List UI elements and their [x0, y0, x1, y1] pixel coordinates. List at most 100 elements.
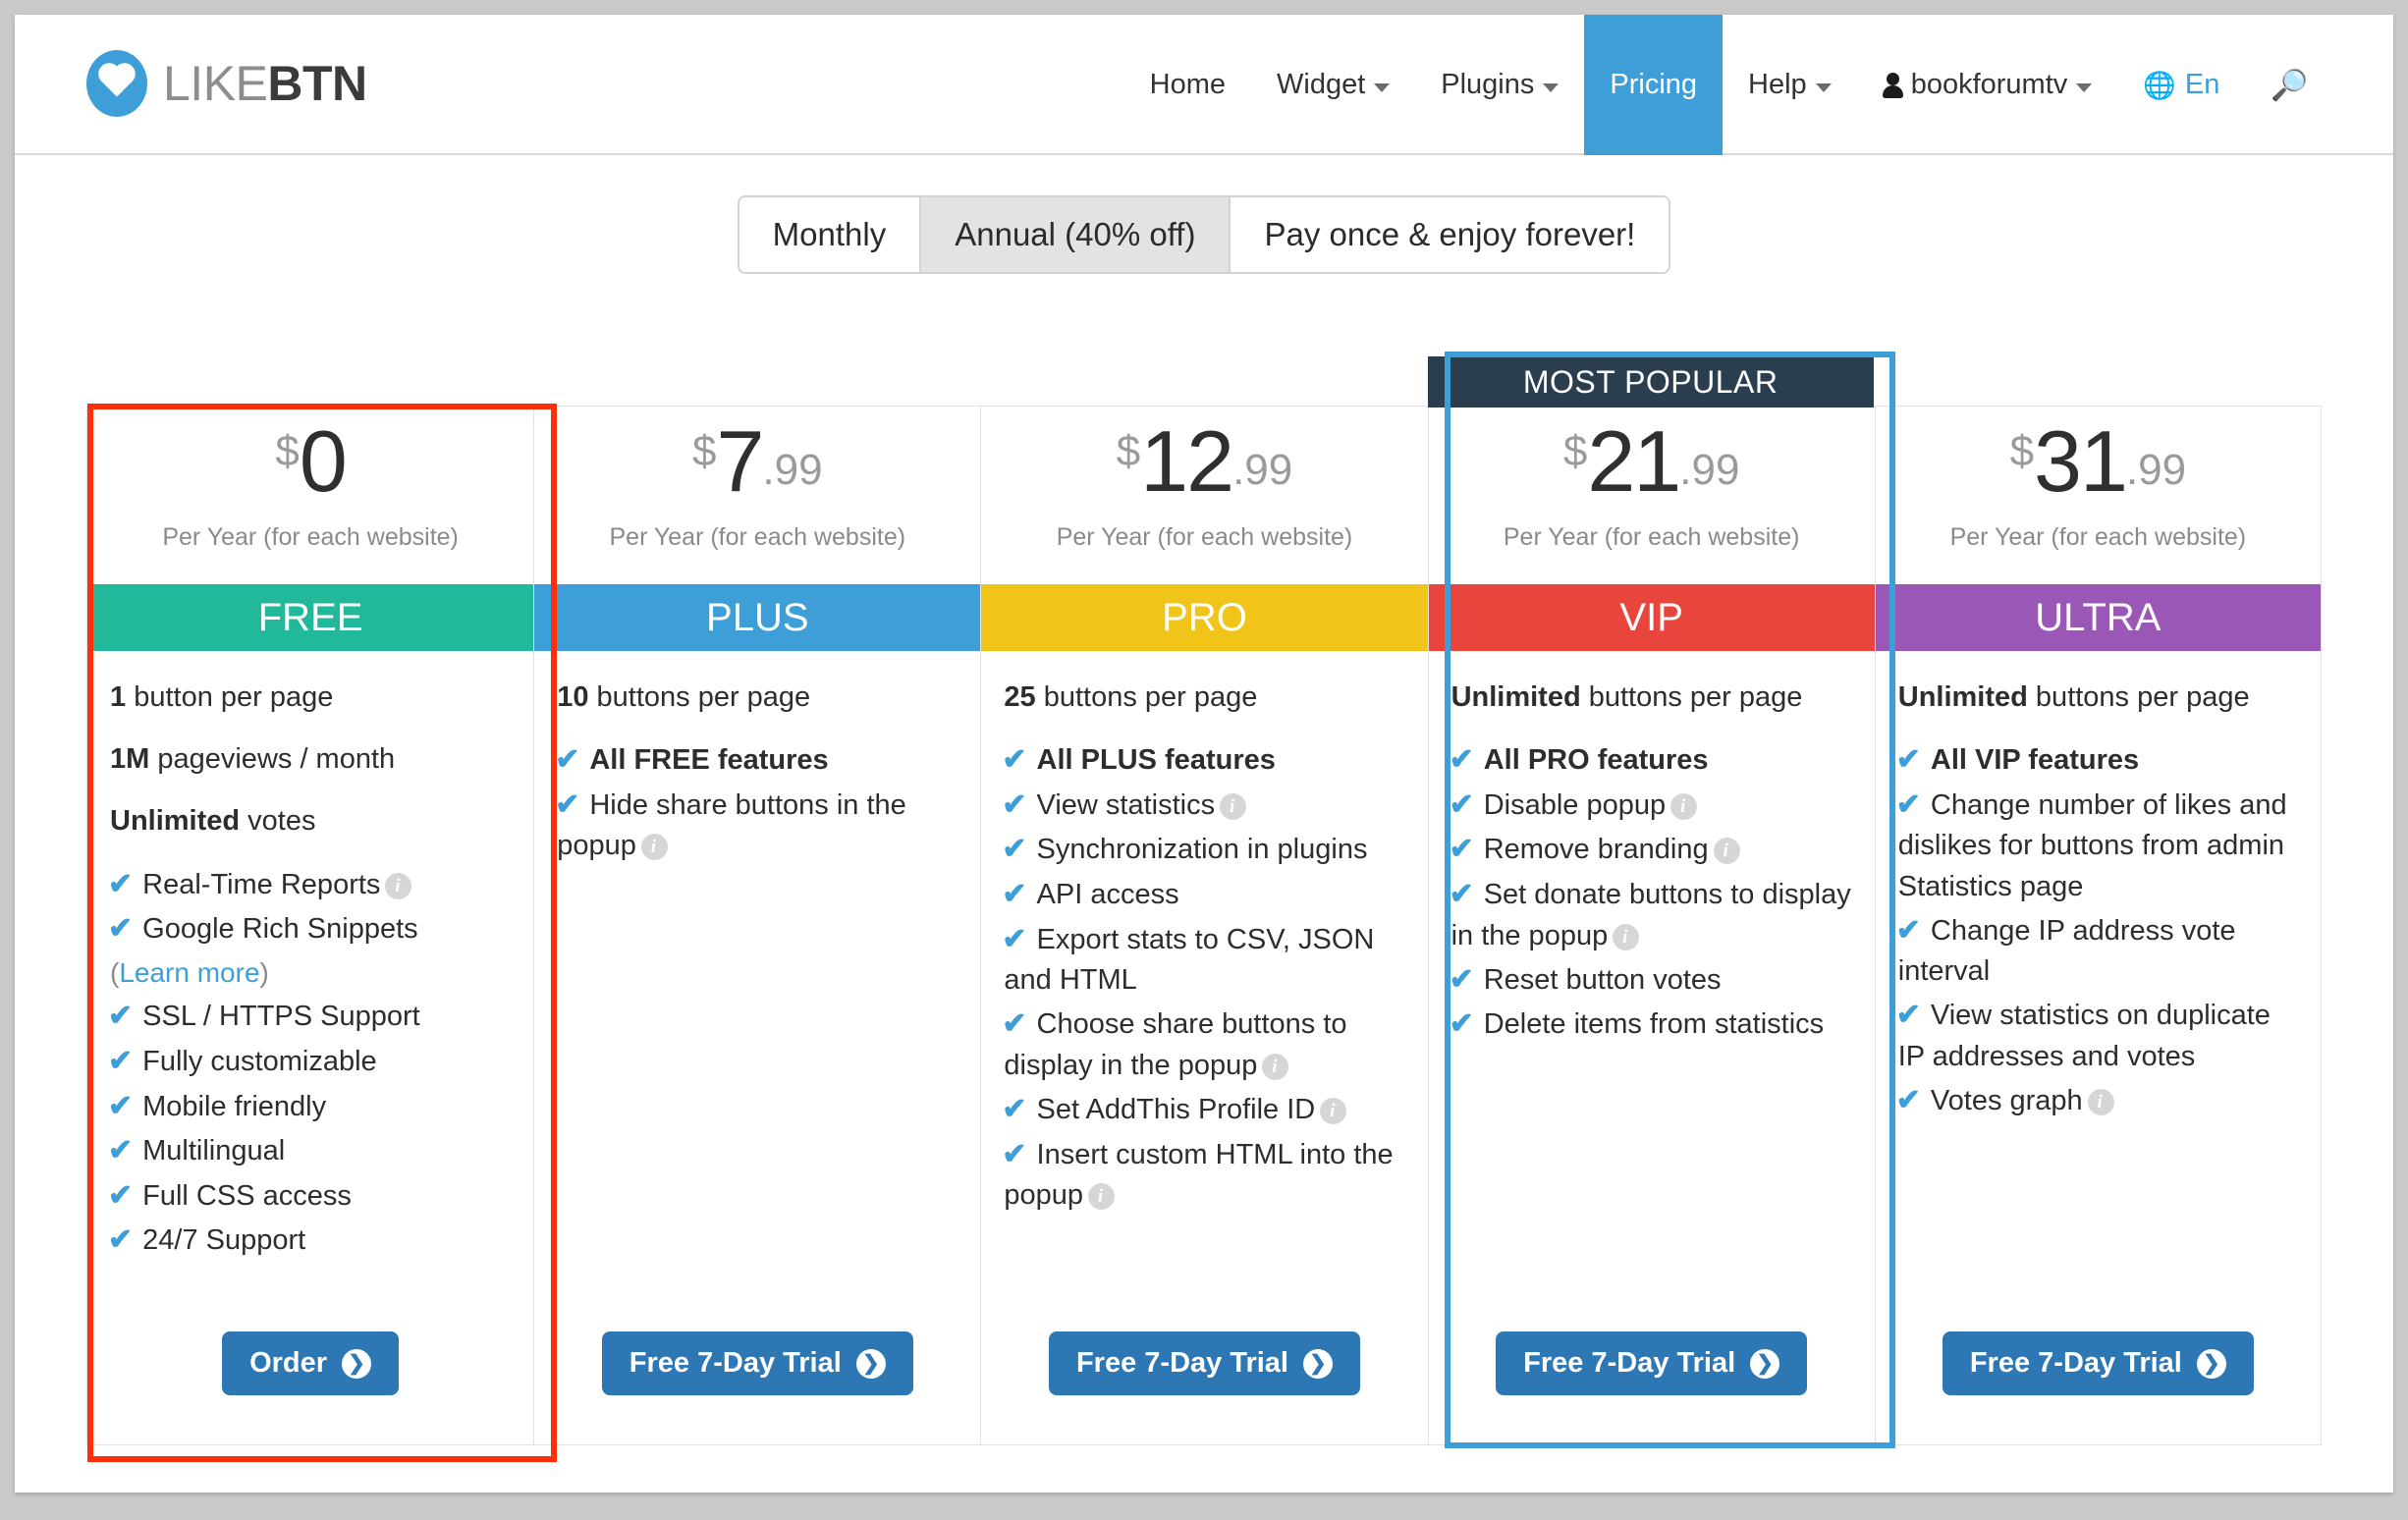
nav-item-label: Plugins: [1441, 69, 1534, 101]
cta-button-plus[interactable]: Free 7-Day Trial❯: [602, 1331, 913, 1395]
check-icon: ✔: [108, 1090, 133, 1122]
chevron-right-icon: ❯: [856, 1349, 886, 1379]
check-icon: ✔: [1450, 1007, 1474, 1040]
price-currency: $: [692, 430, 716, 473]
info-icon[interactable]: i: [1320, 1098, 1346, 1124]
nav-item-search[interactable]: 🔍: [2245, 15, 2334, 155]
price-amount: 31: [2034, 418, 2126, 505]
info-icon[interactable]: i: [1220, 793, 1246, 820]
info-icon[interactable]: i: [385, 873, 411, 899]
site-logo[interactable]: LIKEBTN: [86, 50, 367, 117]
nav-item-list: Home Widget Plugins Pricing Help bookfor…: [1124, 15, 2334, 155]
feature-label: Votes graph: [1931, 1085, 2083, 1116]
check-icon: ✔: [1896, 743, 1921, 776]
feature-label: Hide share buttons in the popup: [557, 789, 906, 862]
info-icon[interactable]: i: [1262, 1054, 1288, 1080]
price-period-note: Per Year (for each website): [162, 523, 459, 552]
toggle-option-monthly[interactable]: Monthly: [739, 197, 922, 272]
most-popular-badge: MOST POPULAR: [1428, 356, 1874, 407]
nav-item-pricing[interactable]: Pricing: [1584, 15, 1723, 155]
nav-item-account[interactable]: bookforumtv: [1857, 15, 2118, 155]
plan-features-free: 1 button per page1M pageviews / monthUnl…: [87, 651, 533, 1310]
feature-label: Change number of likes and dislikes for …: [1898, 789, 2287, 902]
nav-item-home[interactable]: Home: [1124, 15, 1251, 155]
check-icon: ✔: [1002, 878, 1026, 910]
feature-item: ✔Set AddThis Profile IDi: [1004, 1089, 1404, 1131]
nav-item-language[interactable]: 🌐 En: [2117, 15, 2245, 155]
plan-cta-wrap-vip: Free 7-Day Trial❯: [1429, 1310, 1875, 1444]
feature-item: ✔Mobile friendly: [110, 1086, 511, 1128]
price-currency: $: [1563, 430, 1587, 473]
info-icon[interactable]: i: [1670, 793, 1697, 820]
cta-label: Free 7-Day Trial: [1523, 1347, 1735, 1380]
feature-item: ✔Choose share buttons to display in the …: [1004, 1004, 1404, 1086]
cta-button-free[interactable]: Order❯: [222, 1331, 399, 1395]
feature-label: API access: [1037, 879, 1179, 910]
info-icon[interactable]: i: [1088, 1183, 1115, 1210]
plan-price-pro: $12.99Per Year (for each website): [981, 407, 1427, 584]
cta-label: Order: [249, 1347, 327, 1380]
feature-label: Export stats to CSV, JSON and HTML: [1004, 924, 1374, 997]
check-icon: ✔: [1450, 743, 1474, 776]
chevron-down-icon: [1816, 83, 1832, 92]
feature-item: ✔Fully customizable: [110, 1041, 511, 1083]
learn-more-link[interactable]: Learn more: [119, 957, 259, 988]
person-icon: [1883, 73, 1902, 98]
pricing-plan-pro: $12.99Per Year (for each website)PRO25 b…: [980, 406, 1427, 1445]
nav-item-plugins[interactable]: Plugins: [1415, 15, 1584, 155]
nav-item-label: Home: [1150, 69, 1226, 101]
feature-item: ✔Real-Time Reportsi: [110, 864, 511, 906]
feature-item: ✔24/7 Support: [110, 1220, 511, 1262]
info-icon[interactable]: i: [2088, 1089, 2114, 1115]
chevron-down-icon: [2076, 83, 2092, 92]
logo-text-bold: BTN: [267, 56, 366, 111]
check-icon: ✔: [555, 743, 579, 776]
check-icon: ✔: [108, 1000, 133, 1032]
check-icon: ✔: [1002, 1007, 1026, 1040]
plan-name-free: FREE: [87, 584, 533, 651]
check-icon: ✔: [1002, 1138, 1026, 1170]
plan-features-pro: 25 buttons per page✔All PLUS features✔Vi…: [981, 651, 1427, 1310]
price-cents: .99: [762, 449, 822, 492]
info-icon[interactable]: i: [641, 834, 668, 860]
plan-features-plus: 10 buttons per page✔All FREE features✔Hi…: [534, 651, 980, 1310]
billing-period-toggle-row: Monthly Annual (40% off) Pay once & enjo…: [15, 195, 2393, 274]
cta-label: Free 7-Day Trial: [1970, 1347, 2182, 1380]
nav-item-widget[interactable]: Widget: [1251, 15, 1415, 155]
cta-button-vip[interactable]: Free 7-Day Trial❯: [1496, 1331, 1807, 1395]
feature-label: View statistics: [1037, 789, 1216, 821]
feature-item: ✔Hide share buttons in the popupi: [557, 785, 958, 867]
feature-item: ✔Change IP address vote interval: [1898, 910, 2298, 993]
plan-quota: Unlimited buttons per page: [1451, 678, 1852, 718]
toggle-option-annual[interactable]: Annual (40% off): [921, 197, 1231, 272]
feature-item: ✔Full CSS access: [110, 1175, 511, 1218]
globe-icon: 🌐: [2143, 70, 2176, 101]
chevron-right-icon: ❯: [2197, 1349, 2226, 1379]
price-amount: 7: [716, 418, 762, 505]
feature-label: Delete items from statistics: [1484, 1008, 1824, 1040]
plan-cta-wrap-plus: Free 7-Day Trial❯: [534, 1310, 980, 1444]
feature-label: Remove branding: [1484, 834, 1709, 865]
plan-price-plus: $7.99 Per Year (for each website): [534, 407, 980, 584]
feature-item: ✔Reset button votes: [1451, 959, 1852, 1002]
plan-cta-wrap-free: Order❯: [87, 1310, 533, 1444]
price-period-note: Per Year (for each website): [610, 523, 906, 552]
cta-label: Free 7-Day Trial: [1076, 1347, 1288, 1380]
toggle-option-lifetime[interactable]: Pay once & enjoy forever!: [1231, 197, 1669, 272]
plan-name-vip: VIP: [1429, 584, 1875, 651]
page-root: LIKEBTN Home Widget Plugins Pricing Help: [15, 15, 2393, 1493]
feature-label: Disable popup: [1484, 789, 1666, 821]
info-icon[interactable]: i: [1714, 838, 1740, 864]
pricing-plan-grid: $0Per Year (for each website)FREE1 butto…: [86, 406, 2322, 1445]
search-icon: 🔍: [2271, 67, 2309, 103]
feature-item: ✔Votes graphi: [1898, 1080, 2298, 1122]
feature-item: ✔Multilingual: [110, 1130, 511, 1172]
chevron-down-icon: [1543, 83, 1559, 92]
cta-button-pro[interactable]: Free 7-Day Trial❯: [1049, 1331, 1360, 1395]
info-icon[interactable]: i: [1613, 924, 1639, 950]
cta-button-ultra[interactable]: Free 7-Day Trial ❯: [1943, 1331, 2254, 1395]
plan-price-ultra: $31.99Per Year (for each website): [1876, 407, 2321, 584]
feature-item: ✔View statistics on duplicate IP address…: [1898, 995, 2298, 1077]
nav-item-help[interactable]: Help: [1723, 15, 1857, 155]
price-line: $7.99: [692, 418, 823, 505]
